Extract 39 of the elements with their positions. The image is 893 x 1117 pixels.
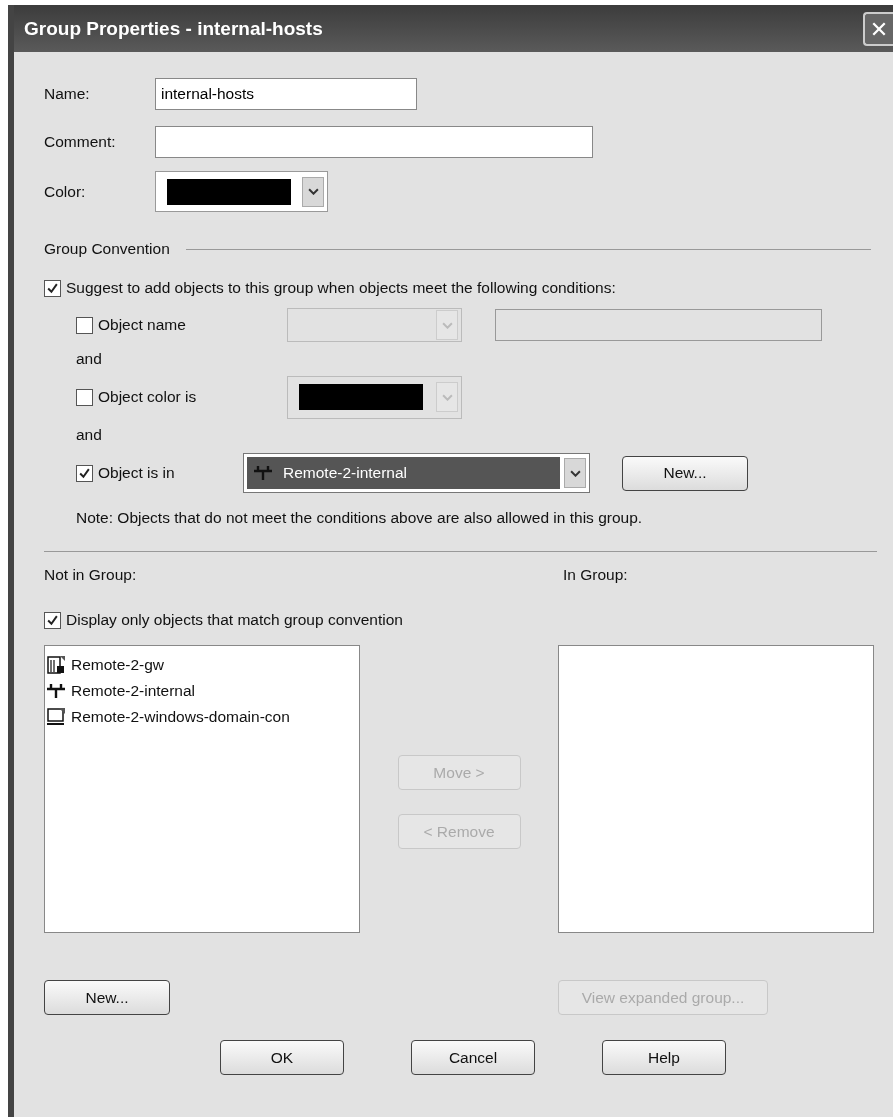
list-item[interactable]: Remote-2-windows-domain-con [46,704,359,730]
new-button[interactable]: New... [622,455,748,491]
checkbox[interactable] [76,388,93,406]
dropdown-value: Remote-2-internal [283,464,408,482]
dialog-button[interactable]: OK [220,1040,344,1075]
connector-label: and [76,349,103,369]
group-dropdown[interactable]: Remote-2-internal [243,453,590,493]
checkbox[interactable] [76,316,93,334]
field-label: Color: [44,182,87,201]
list-caption: Not in Group: [44,566,138,584]
dialog-button[interactable]: Cancel [411,1040,535,1075]
dialog-button[interactable]: Help [602,1040,726,1075]
note-text: Note: Objects that do not meet the conditions above are also allowed in this group. [76,508,644,528]
field-label: Name: [44,85,91,103]
list-item[interactable]: Remote-2-internal [46,678,359,704]
checkbox-label: Object is in [98,464,175,482]
list-caption: In Group: [563,566,628,584]
text-field[interactable]: internal-hosts [155,78,417,110]
network-icon [46,681,66,701]
field-label: Comment: [44,133,117,151]
close-icon [871,20,887,37]
new-button[interactable]: New... [44,980,170,1015]
color-dropdown[interactable] [287,375,462,419]
section-heading: Group Convention [44,240,170,258]
text-field[interactable] [495,309,822,341]
window-title: Group Properties - internal-hosts [24,17,323,40]
checkbox[interactable] [44,279,61,297]
checkbox-label: Suggest to add objects to this group when objects meet the following conditions: [66,279,616,297]
checkbox-label: Object name [98,316,186,334]
checkbox[interactable] [76,464,93,482]
connector-label: and [76,425,103,445]
checkbox[interactable] [44,611,61,629]
checkbox-label: Object color is [98,388,197,406]
close-button[interactable] [863,11,893,46]
list-item[interactable]: Remote-2-gw [46,652,359,678]
color-dropdown[interactable] [155,171,328,212]
checkbox-label: Display only objects that match group convention [66,611,403,629]
text-field[interactable] [155,126,593,158]
network-icon [253,463,273,483]
